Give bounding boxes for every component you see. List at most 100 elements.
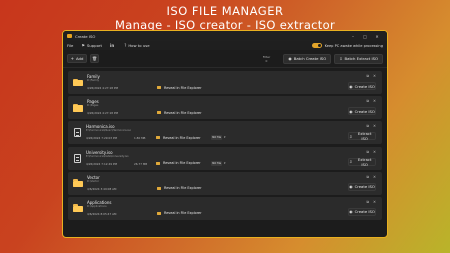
list-item[interactable]: Harmonica.iso E:\Harmonica\Music\Harmoni…	[68, 121, 382, 145]
batch-create-iso-button[interactable]: ◉ Batch Create ISO	[283, 53, 332, 64]
folder-small-icon	[157, 111, 161, 115]
reveal-in-explorer-button[interactable]: Reveal in File Explorer	[157, 211, 202, 215]
minimize-button[interactable]: –	[347, 34, 359, 39]
menu-file[interactable]: File	[67, 43, 73, 48]
close-icon[interactable]: ✕	[373, 150, 376, 154]
item-date: 4/26/2024 4:27:18 PM	[87, 111, 119, 116]
create-iso-button[interactable]: ◉ Create ISO	[348, 82, 376, 90]
extract-icon: ⇩	[339, 56, 343, 61]
close-icon[interactable]: ✕	[373, 74, 376, 78]
folder-icon	[73, 103, 83, 112]
app-icon	[67, 34, 72, 38]
chevron-down-icon[interactable]: ▾	[224, 161, 226, 165]
window-title: Create ISO	[75, 33, 96, 39]
copy-icon[interactable]: ⧉	[366, 200, 369, 204]
disc-icon: ◉	[288, 56, 292, 61]
item-size: 26.77 MB	[134, 161, 148, 166]
filter-label: Filter	[262, 54, 271, 59]
item-date: 4/26/2024 7:29:03 PM	[86, 136, 118, 141]
toolbar: + Add 🗑 Filter 0 ◉ Batch Create ISO ⇩ Ba…	[63, 50, 387, 68]
extract-iso-button[interactable]: ⇩ Extract ISO	[348, 157, 376, 167]
reveal-in-explorer-button[interactable]: Reveal in File Explorer	[157, 86, 202, 90]
add-button[interactable]: + Add	[67, 54, 87, 63]
reveal-in-explorer-button[interactable]: Reveal in File Explorer	[157, 111, 202, 115]
trash-icon: 🗑	[91, 56, 98, 61]
folder-icon	[73, 78, 83, 87]
copy-icon[interactable]: ⧉	[366, 124, 369, 128]
menu-support-label: Support	[86, 43, 102, 48]
reveal-in-explorer-button[interactable]: Reveal in File Explorer	[157, 186, 202, 190]
folder-small-icon	[156, 161, 160, 165]
extract-icon: ⇩	[349, 159, 353, 165]
promo-banner: ISO FILE MANAGER Manage - ISO creator - …	[0, 4, 450, 32]
close-icon[interactable]: ✕	[373, 124, 376, 128]
delete-button[interactable]: 🗑	[90, 54, 99, 63]
filter-value: 0	[265, 58, 268, 63]
folder-small-icon	[157, 186, 161, 190]
disc-icon: ◉	[349, 209, 353, 215]
file-icon	[74, 128, 81, 138]
disc-icon: ◉	[349, 184, 353, 190]
list-item[interactable]: Family D:\Family 4/26/2024 4:27:18 PM Re…	[68, 71, 382, 94]
file-icon	[74, 153, 81, 163]
close-icon[interactable]: ✕	[373, 175, 376, 179]
item-date: 4/6/2024 3:49:08 AM	[87, 186, 117, 191]
item-path: D:\Vector	[87, 179, 100, 183]
menu-how-to-use[interactable]: ? How to use	[124, 43, 149, 48]
item-list: Family D:\Family 4/26/2024 4:27:18 PM Re…	[63, 68, 387, 220]
menu-support[interactable]: ⚑ Support	[81, 43, 102, 48]
menu-how-to-use-label: How to use	[128, 43, 150, 48]
item-size: 1.80 MB	[134, 136, 146, 141]
create-iso-button[interactable]: ◉ Create ISO	[348, 107, 376, 116]
folder-small-icon	[157, 211, 161, 215]
banner-title: ISO FILE MANAGER	[166, 4, 284, 18]
list-item[interactable]: Vector D:\Vector 4/6/2024 3:49:08 AM Rev…	[68, 171, 382, 195]
item-path: D:\Family	[87, 79, 100, 82]
create-iso-button[interactable]: ◉ Create ISO	[348, 207, 376, 216]
list-item[interactable]: Applications D:\Applications 4/6/2024 8:…	[68, 196, 382, 220]
create-iso-button[interactable]: ◉ Create ISO	[348, 182, 376, 191]
keep-awake-toggle[interactable]	[311, 43, 322, 48]
disc-icon: ◉	[349, 83, 353, 89]
file-type-badge[interactable]: ISO file	[211, 160, 222, 166]
keep-awake-label: Keep PC awake while processing	[324, 43, 383, 48]
list-item[interactable]: Pages D:\Pages 4/26/2024 4:27:18 PM Reve…	[68, 96, 382, 120]
plus-icon: +	[70, 56, 74, 61]
close-button[interactable]: ✕	[371, 34, 383, 39]
copy-icon[interactable]: ⧉	[366, 74, 369, 78]
folder-small-icon	[157, 86, 161, 89]
batch-extract-iso-button[interactable]: ⇩ Batch Extract ISO	[334, 53, 383, 64]
maximize-button[interactable]: □	[359, 34, 371, 39]
batch-extract-label: Batch Extract ISO	[344, 56, 378, 61]
reveal-in-explorer-button[interactable]: Reveal in File Explorer	[156, 136, 201, 140]
close-icon[interactable]: ✕	[373, 200, 376, 204]
item-date: 4/26/2024 7:12:49 PM	[86, 161, 118, 166]
item-path: E:\Harmonica\Music\Harmonica.iso	[86, 129, 132, 133]
item-path: D:\Applications	[87, 204, 107, 208]
close-icon[interactable]: ✕	[373, 99, 376, 103]
filter-counter[interactable]: Filter 0	[263, 55, 270, 63]
batch-create-label: Batch Create ISO	[293, 56, 327, 61]
copy-icon[interactable]: ⧉	[366, 99, 369, 103]
extract-iso-button[interactable]: ⇩ Extract ISO	[348, 131, 376, 141]
help-icon: ?	[124, 43, 127, 48]
item-date: 4/26/2024 4:27:18 PM	[87, 86, 119, 90]
reveal-in-explorer-button[interactable]: Reveal in File Explorer	[156, 161, 201, 165]
file-type-badge[interactable]: ISO file	[211, 135, 222, 141]
folder-icon	[73, 179, 83, 188]
list-item[interactable]: University.iso E:\Harmonica\Data\Univers…	[68, 146, 382, 170]
folder-small-icon	[156, 136, 160, 140]
add-button-label: Add	[76, 56, 84, 61]
disc-icon: ◉	[349, 108, 353, 114]
item-path: E:\Harmonica\Data\University.iso	[86, 154, 129, 158]
folder-icon	[73, 204, 83, 213]
chevron-down-icon[interactable]: ▾	[224, 135, 226, 139]
linkedin-link[interactable]: in	[110, 43, 116, 48]
support-icon: ⚑	[81, 43, 85, 48]
app-window: Create ISO – □ ✕ File ⚑ Support in ? How…	[62, 30, 388, 238]
copy-icon[interactable]: ⧉	[366, 175, 369, 179]
linkedin-icon: in	[109, 43, 115, 48]
item-date: 4/6/2024 8:05:47 AM	[87, 211, 117, 216]
extract-icon: ⇩	[349, 133, 353, 139]
copy-icon[interactable]: ⧉	[366, 150, 369, 154]
